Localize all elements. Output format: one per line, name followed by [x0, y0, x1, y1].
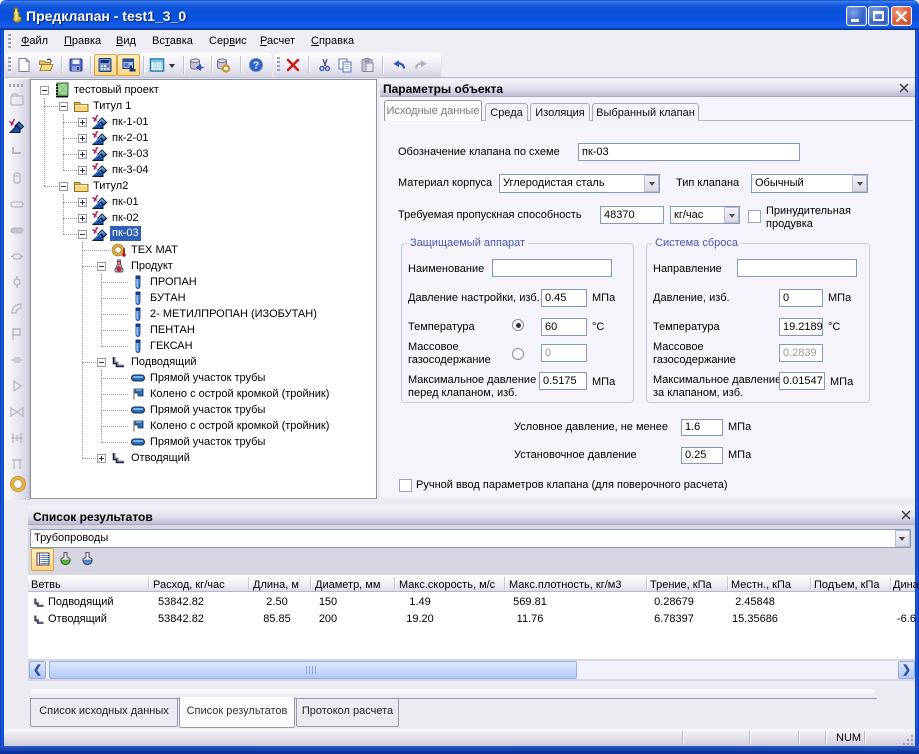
svg-text:?: ?	[117, 260, 122, 269]
svg-text:?: ?	[253, 61, 259, 72]
